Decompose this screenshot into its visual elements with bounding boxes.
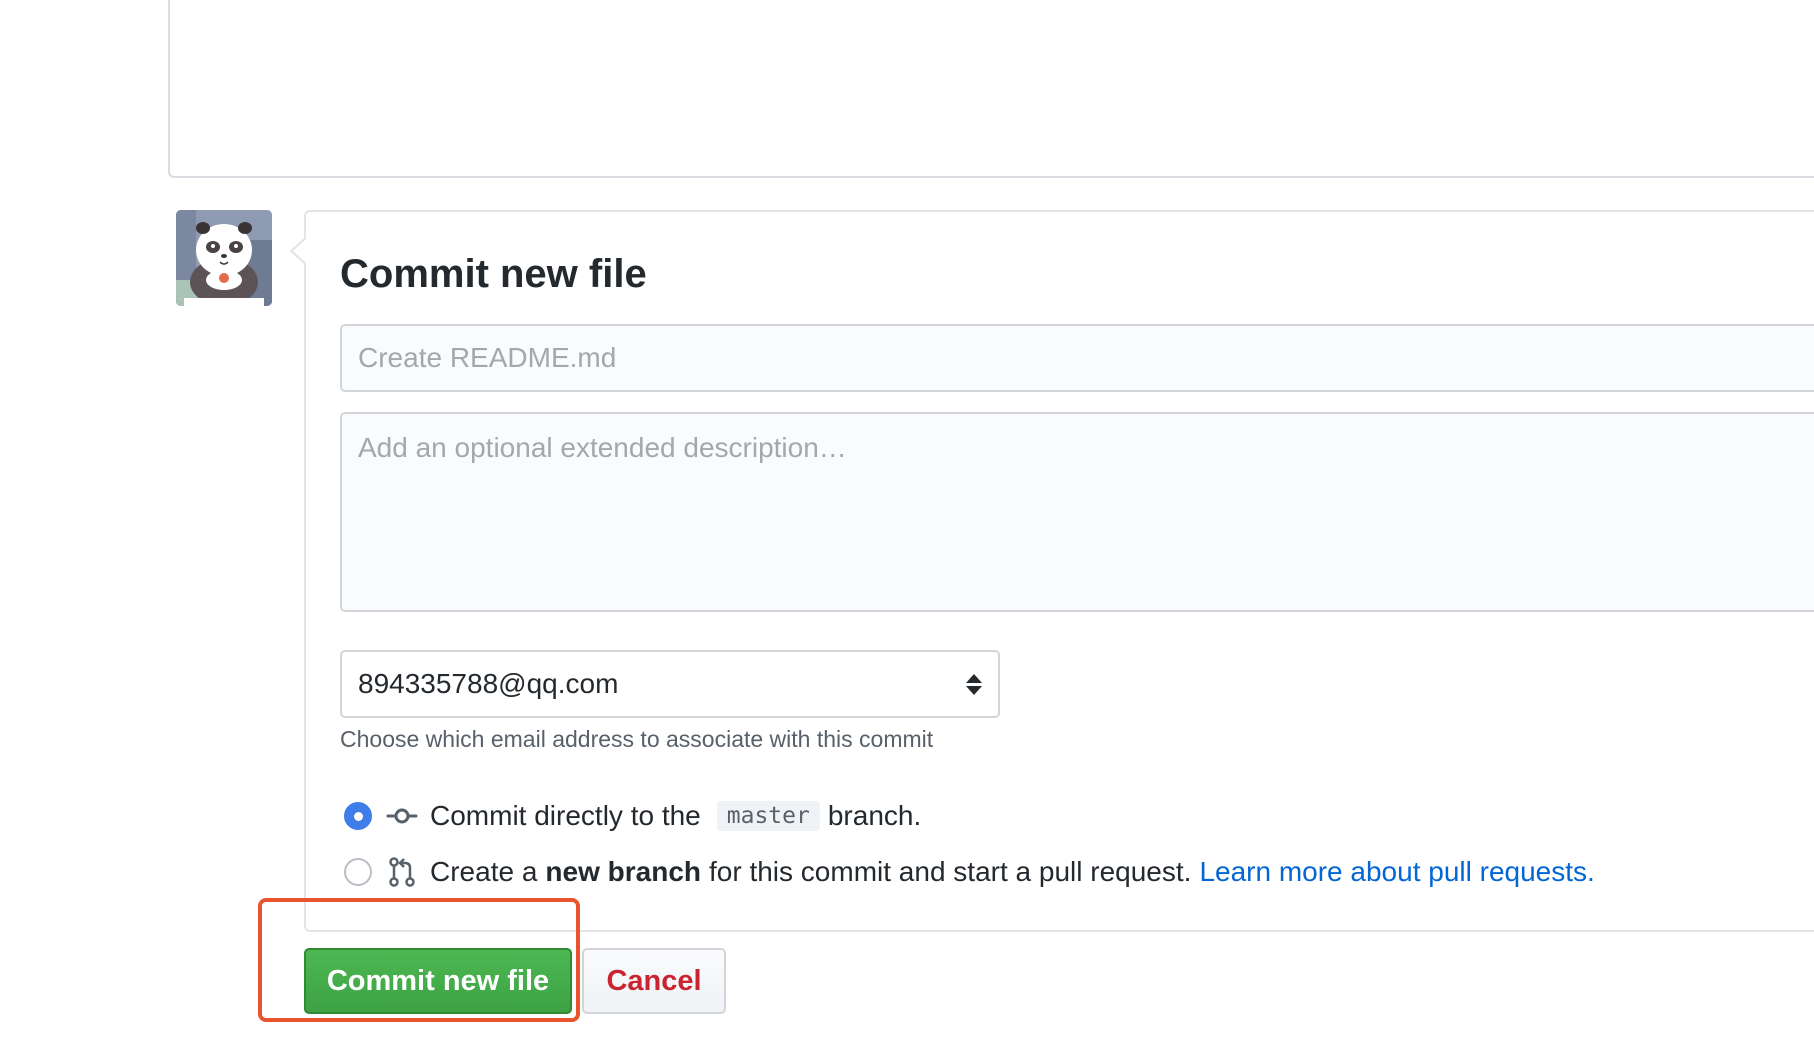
commit-direct-radio[interactable] <box>344 802 372 830</box>
git-pull-request-icon <box>389 857 415 887</box>
avatar <box>176 210 272 306</box>
new-branch-radio[interactable] <box>344 858 372 886</box>
commit-direct-label: Commit directly to the <box>430 800 701 831</box>
commit-form-title: Commit new file <box>340 252 647 296</box>
speech-caret-fill <box>293 238 307 264</box>
panda-avatar-icon <box>176 210 272 306</box>
commit-new-file-button[interactable]: Commit new file <box>304 948 572 1014</box>
new-branch-bold-text: new branch <box>545 856 701 887</box>
branch-name-badge: master <box>716 801 820 831</box>
email-note: Choose which email address to associate … <box>340 726 934 752</box>
commit-direct-suffix: branch. <box>827 800 922 831</box>
select-updown-icon <box>966 673 982 695</box>
new-branch-suffix: for this commit and start a pull request… <box>709 856 1192 887</box>
cancel-button[interactable]: Cancel <box>582 948 726 1014</box>
commit-summary-input[interactable] <box>340 324 1814 392</box>
email-select-value: 894335788@qq.com <box>358 668 619 699</box>
new-branch-prefix: Create a <box>430 856 538 887</box>
commit-form: Commit new file 894335788@qq.com Choose … <box>290 210 1814 932</box>
learn-pull-requests-link[interactable]: Learn more about pull requests. <box>1199 856 1594 888</box>
commit-direct-option[interactable]: Commit directly to the master branch. <box>344 800 921 832</box>
email-select[interactable]: 894335788@qq.com <box>340 650 1000 718</box>
git-commit-icon <box>386 808 418 824</box>
new-branch-option[interactable]: Create a new branch for this commit and … <box>344 856 1595 888</box>
file-editor-area[interactable] <box>168 0 1814 178</box>
commit-description-input[interactable] <box>340 412 1814 612</box>
